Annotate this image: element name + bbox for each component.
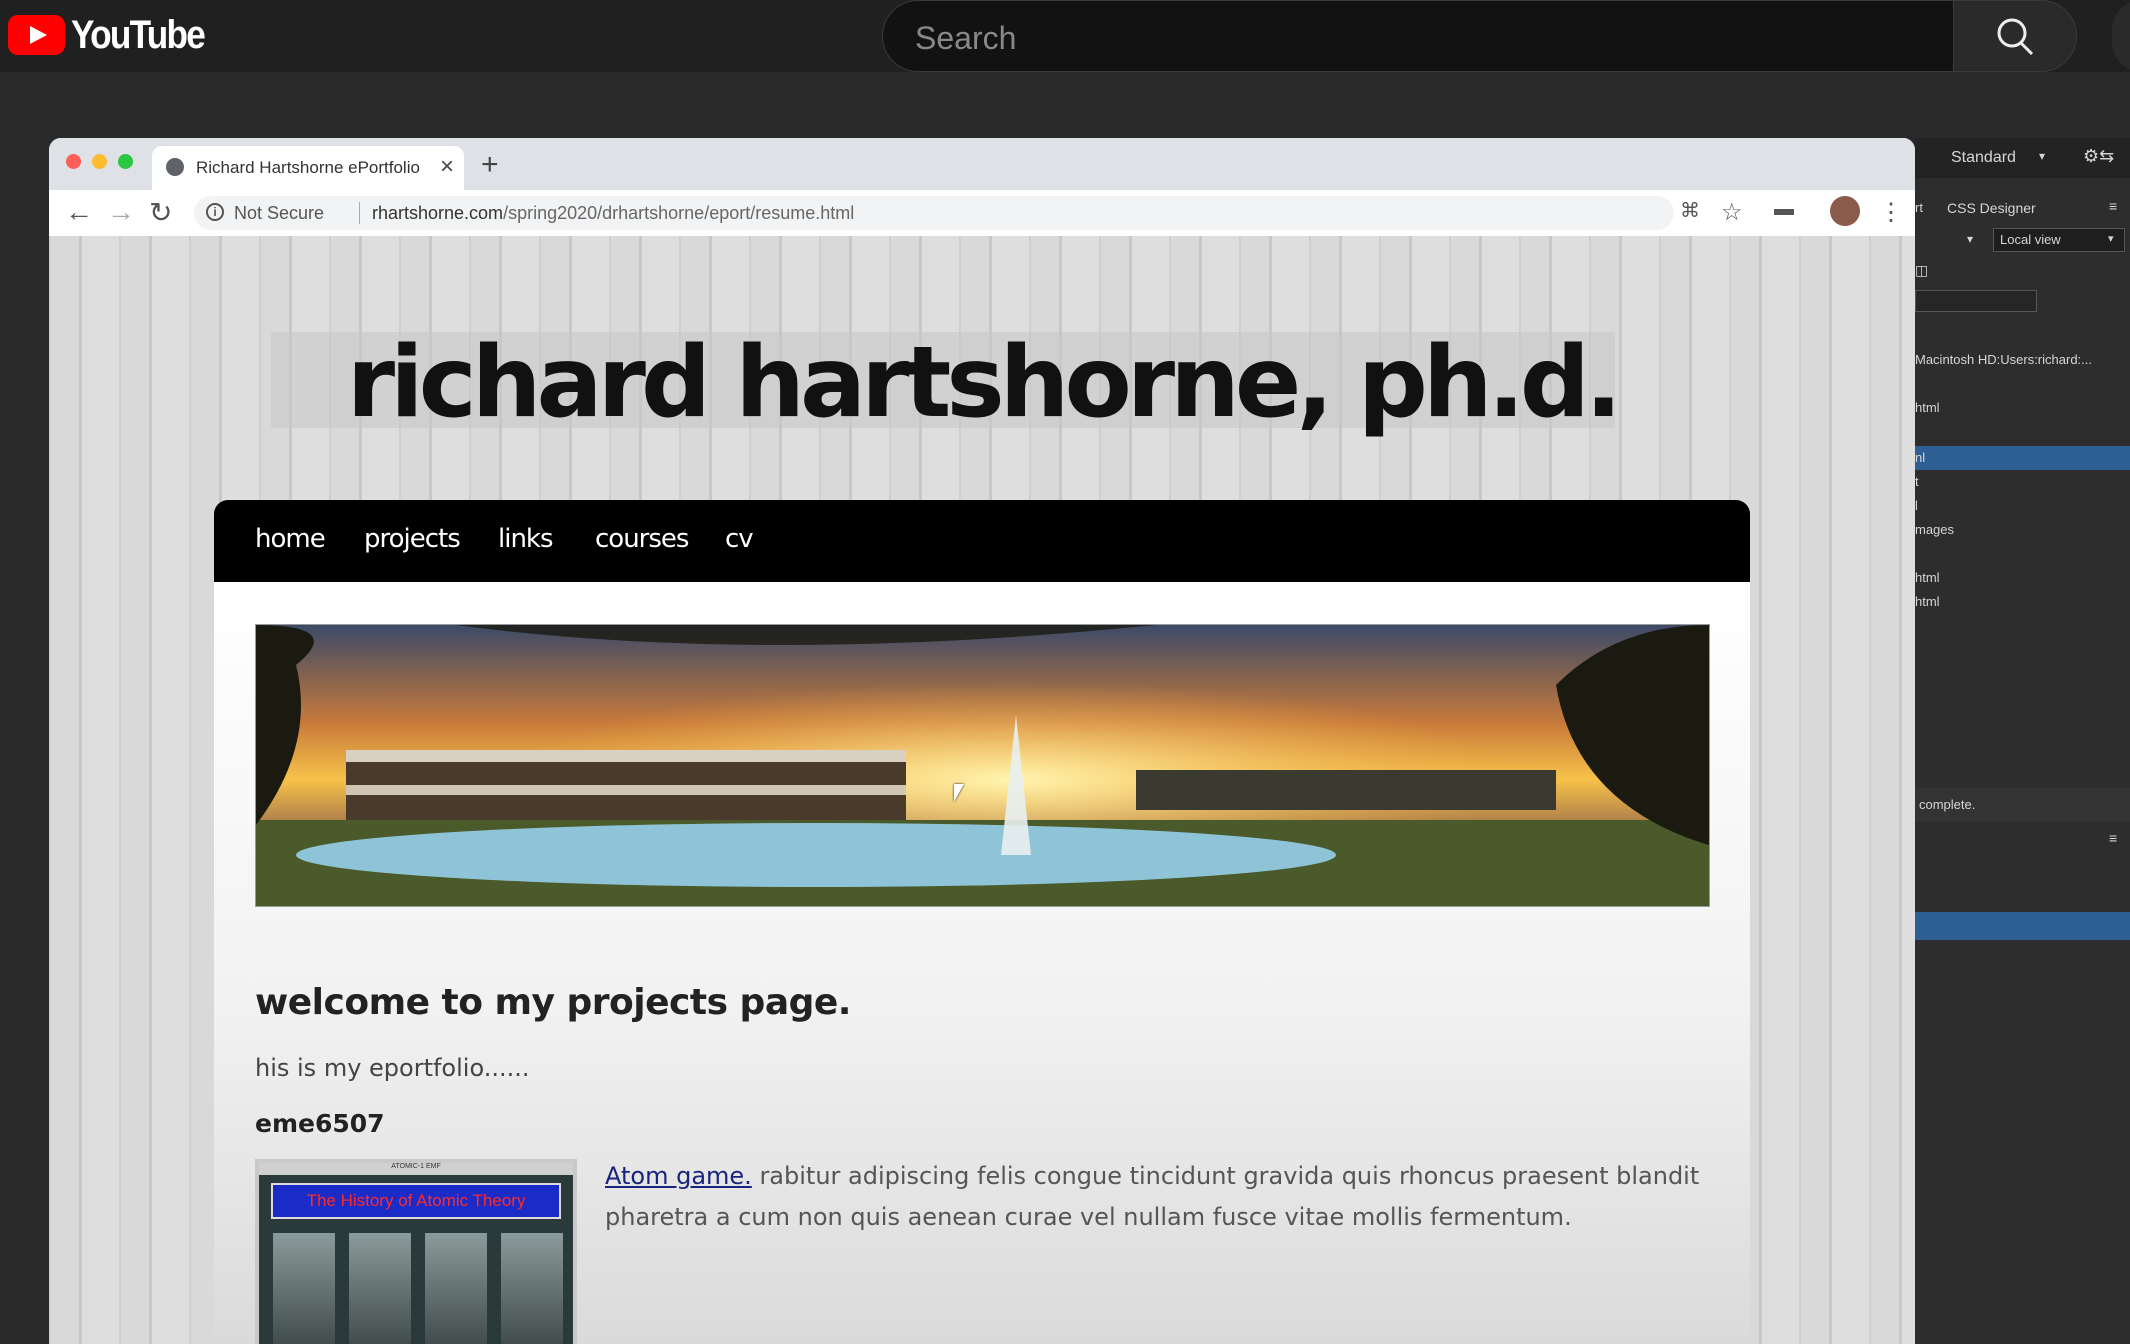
url-path: /spring2020/drhartshorne/eport/resume.ht… (503, 203, 855, 223)
tab-css-designer[interactable]: CSS Designer (1947, 200, 2036, 216)
close-icon[interactable]: × (440, 153, 454, 181)
portrait-image (501, 1233, 563, 1344)
file-item-selected[interactable] (1915, 446, 2130, 470)
maximize-window-dot[interactable] (118, 154, 133, 169)
search-icon (1997, 18, 2034, 56)
project-text: rabitur adipiscing felis congue tincidun… (605, 1162, 1700, 1231)
browser-window: Richard Hartshorne ePortfolio × + ← → ↻ … (49, 138, 1915, 1344)
url-divider (359, 202, 360, 224)
minimize-window-dot[interactable] (92, 154, 107, 169)
webpage-viewport: richard hartshorne, ph.d. home projects … (49, 236, 1915, 1344)
youtube-logo-text: YouTube (71, 12, 206, 57)
security-label: Not Secure (234, 203, 325, 223)
tab-strip: Richard Hartshorne ePortfolio × + (49, 138, 1915, 190)
profile-avatar[interactable] (1830, 196, 1860, 226)
atom-game-link[interactable]: Atom game. (605, 1162, 752, 1190)
selected-row[interactable] (1915, 912, 2130, 940)
campus-banner-image (255, 624, 1710, 907)
forward-icon[interactable]: → (107, 196, 135, 228)
back-icon[interactable]: ← (65, 196, 93, 228)
address-bar[interactable]: i Not Secure rhartshorne.com/spring2020/… (194, 196, 1674, 230)
course-code: eme6507 (255, 1109, 385, 1138)
browser-tab[interactable]: Richard Hartshorne ePortfolio × (152, 146, 464, 190)
nav-projects[interactable]: projects (364, 524, 461, 554)
url-text: rhartshorne.com/spring2020/drhartshorne/… (372, 203, 854, 224)
gear-icon[interactable]: ⚙⇆ (2083, 146, 2114, 167)
view-select[interactable]: Local view ▾ (1993, 228, 2125, 252)
site-navbar: home projects links courses cv (214, 500, 1750, 582)
panel-menu-icon[interactable]: ≡ (2109, 830, 2117, 846)
youtube-play-icon (8, 15, 65, 55)
url-domain: rhartshorne.com (372, 203, 504, 223)
page-content: welcome to my projects page. his is my e… (214, 582, 1750, 1344)
file-item[interactable]: l (1915, 498, 1918, 513)
welcome-heading: welcome to my projects page. (255, 982, 851, 1023)
search-input[interactable] (913, 17, 1917, 59)
panel-menu-icon[interactable]: ≡ (2109, 198, 2117, 214)
file-item[interactable]: nl (1915, 450, 1925, 465)
view-select-label: Local view (2000, 232, 2061, 247)
thumbnail-title: The History of Atomic Theory (271, 1183, 561, 1219)
status-text: complete. (1919, 797, 1976, 812)
nav-courses[interactable]: courses (595, 524, 689, 554)
site-title: richard hartshorne, ph.d. (346, 326, 1622, 440)
panel-header: Standard ▾ ⚙⇆ (1915, 138, 2130, 178)
youtube-header: YouTube (0, 0, 2130, 72)
panel-tab-partial[interactable]: rt (1915, 200, 1923, 215)
info-icon[interactable]: i (206, 203, 224, 221)
tab-title: Richard Hartshorne ePortfolio (196, 158, 420, 177)
new-tab-icon[interactable]: + (481, 148, 499, 182)
intro-text: his is my eportfolio...... (255, 1054, 530, 1082)
reload-icon[interactable]: ↻ (149, 196, 172, 229)
file-item[interactable]: t (1915, 474, 1919, 489)
file-item[interactable]: html (1915, 594, 1940, 609)
chevron-down-icon: ▾ (2108, 233, 2114, 245)
atom-game-thumbnail[interactable]: ATOMIC-1 EMF The History of Atomic Theor… (255, 1159, 577, 1344)
portrait-image (425, 1233, 487, 1344)
thumbnail-header: ATOMIC-1 EMF (259, 1163, 573, 1175)
nav-home[interactable]: home (255, 524, 326, 554)
nav-links[interactable]: links (498, 524, 554, 554)
mouse-cursor (954, 784, 964, 802)
site-path: Macintosh HD:Users:richard:... (1915, 352, 2092, 367)
star-icon[interactable]: ☆ (1721, 198, 1743, 227)
portrait-image (349, 1233, 411, 1344)
project-description: Atom game. rabitur adipiscing felis cong… (605, 1156, 1715, 1238)
globe-icon (166, 158, 184, 176)
file-item[interactable]: mages (1915, 522, 1954, 537)
browser-toolbar: ← → ↻ i Not Secure rhartshorne.com/sprin… (49, 190, 1915, 237)
editor-side-panel: Standard ▾ ⚙⇆ rt CSS Designer ≡ ▾ Local … (1915, 138, 2130, 1344)
portrait-image (273, 1233, 335, 1344)
chevron-down-icon[interactable]: ▾ (2039, 149, 2045, 163)
file-item[interactable]: html (1915, 570, 1940, 585)
panel-icon[interactable]: ◫ (1915, 262, 1928, 279)
view-mode-select[interactable]: Standard (1951, 149, 2016, 167)
search-button[interactable] (1953, 0, 2077, 72)
youtube-search-box[interactable] (882, 0, 1954, 72)
status-bar: complete. (1915, 788, 2130, 822)
youtube-logo[interactable]: YouTube (8, 12, 222, 57)
panel-input[interactable] (1915, 290, 2037, 312)
extension-icon[interactable]: ▬ (1774, 198, 1794, 221)
voice-search-button[interactable] (2112, 0, 2130, 72)
chevron-down-icon[interactable]: ▾ (1967, 232, 1973, 246)
translate-icon[interactable]: ⌘ (1680, 198, 1700, 223)
close-window-dot[interactable] (66, 154, 81, 169)
file-item[interactable]: html (1915, 400, 1940, 415)
nav-cv[interactable]: cv (725, 524, 754, 554)
menu-icon[interactable]: ⋮ (1879, 198, 1903, 227)
